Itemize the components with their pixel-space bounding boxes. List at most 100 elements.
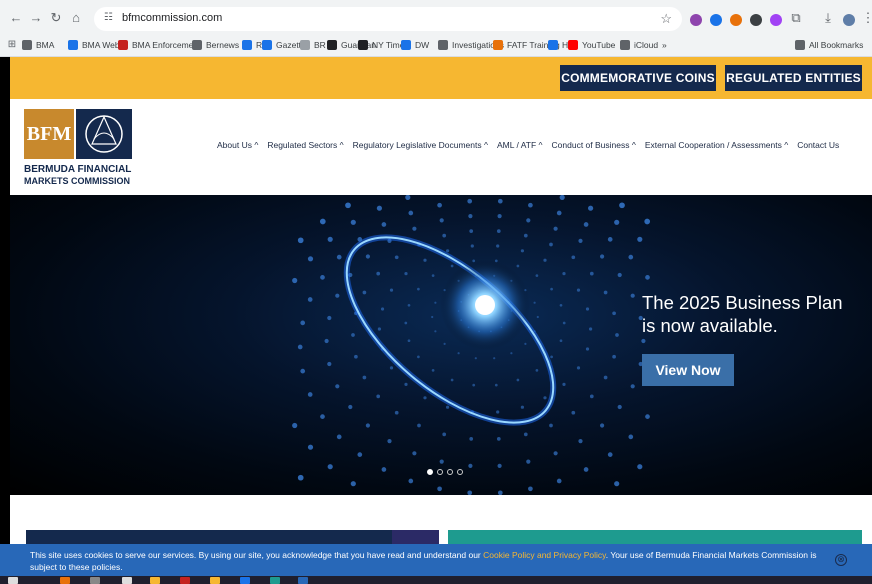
forward-icon[interactable]: →: [28, 10, 44, 26]
hero-particle: [617, 404, 622, 410]
hero-particle: [297, 237, 304, 244]
taskbar-app-icon[interactable]: [150, 577, 160, 584]
site-info-icon[interactable]: ☷: [104, 12, 113, 23]
taskbar-app-icon[interactable]: [298, 577, 308, 584]
carousel-dot[interactable]: [457, 469, 463, 475]
hero-particle: [496, 437, 501, 441]
taskbar-app-icon[interactable]: [180, 577, 190, 584]
view-now-button[interactable]: View Now: [642, 354, 734, 386]
hero-particle: [516, 378, 520, 382]
hero-particle: [510, 352, 513, 355]
cookie-policy-link[interactable]: Cookie Policy and Privacy Policy: [483, 550, 606, 560]
back-icon[interactable]: ←: [8, 10, 24, 26]
bookmark-favicon-icon: [795, 40, 805, 50]
home-icon[interactable]: ⌂: [68, 10, 84, 26]
hero-particle: [381, 467, 387, 472]
taskbar-app-icon[interactable]: [240, 577, 250, 584]
extension-icon[interactable]: [710, 14, 722, 26]
url-text: bfmcommission.com: [122, 12, 223, 24]
menu-item-about-us[interactable]: About Us ^: [217, 137, 258, 153]
download-icon[interactable]: ⤓: [820, 10, 836, 26]
hero-particle: [607, 452, 613, 457]
extension-icon[interactable]: [690, 14, 702, 26]
extensions-puzzle-icon[interactable]: ⧉: [788, 10, 804, 26]
carousel-dot[interactable]: [437, 469, 443, 475]
hero-particle: [533, 301, 536, 304]
hero-particle: [404, 382, 408, 386]
reload-icon[interactable]: ↻: [48, 10, 64, 26]
bookmark-bma-enforcement[interactable]: BMA Enforcement: [118, 37, 201, 53]
hero-particle: [377, 327, 381, 331]
logo-seal-icon: [76, 109, 132, 159]
hero-particle: [497, 198, 503, 204]
bookmark-bernews[interactable]: Bernews: [192, 37, 239, 53]
profile-avatar-icon[interactable]: [843, 14, 855, 26]
menu-item-external-cooperation[interactable]: External Cooperation / Assessments ^: [645, 137, 788, 153]
bookmark-bma-web[interactable]: BMA Web: [68, 37, 120, 53]
hero-particle: [336, 254, 342, 260]
hero-particle: [408, 210, 414, 216]
taskbar-app-icon[interactable]: [122, 577, 132, 584]
extension-icon[interactable]: [750, 14, 762, 26]
apps-grid-icon[interactable]: ⊞: [4, 37, 20, 53]
hero-particle: [350, 481, 356, 487]
carousel-dot[interactable]: [447, 469, 453, 475]
hero-particle: [543, 258, 547, 262]
bookmark-label: BMA Web: [82, 40, 120, 50]
bookmark-icloud[interactable]: iCloud: [620, 37, 658, 53]
hero-particle: [474, 357, 477, 360]
menu-kebab-icon[interactable]: ⋮: [860, 10, 872, 26]
taskbar-app-icon[interactable]: [60, 577, 70, 584]
bookmark-br[interactable]: BR: [300, 37, 326, 53]
hero-particle: [350, 219, 356, 225]
menu-item-regulated-sectors[interactable]: Regulated Sectors ^: [267, 137, 343, 153]
hero-particle: [630, 293, 635, 298]
bookmark-favicon-icon: [620, 40, 630, 50]
hero-particle: [381, 222, 387, 227]
regulated-entities-button[interactable]: REGULATED ENTITIES: [725, 65, 862, 91]
taskbar-app-icon[interactable]: [270, 577, 280, 584]
bookmark-all-bookmarks[interactable]: All Bookmarks: [795, 37, 863, 53]
cookie-text: This site uses cookies to serve our serv…: [30, 549, 830, 573]
bookmark-dw[interactable]: DW: [401, 37, 429, 53]
bookmark-label: iCloud: [634, 40, 659, 50]
hero-particle: [562, 382, 566, 386]
hero-particle: [630, 384, 635, 389]
hero-particle: [412, 451, 417, 456]
hero-particle: [404, 321, 408, 325]
start-icon[interactable]: [8, 577, 18, 584]
hero-particle: [493, 357, 496, 360]
menu-item-contact-us[interactable]: Contact Us: [797, 137, 839, 153]
hero-particle: [327, 236, 333, 242]
hero-title-line1: The 2025 Business Plan: [642, 292, 843, 313]
bookmark-bma[interactable]: BMA: [22, 37, 54, 53]
menu-item-regulatory-legislative-documents[interactable]: Regulatory Legislative Documents ^: [353, 137, 488, 153]
hero-particle: [641, 338, 646, 344]
close-icon[interactable]: ⊗: [835, 554, 847, 566]
hero-particle: [472, 383, 476, 387]
logo-text-line1: BERMUDA FINANCIAL: [24, 164, 132, 175]
bookmark-star-icon[interactable]: ☆: [660, 11, 672, 27]
hero-particle: [431, 274, 435, 277]
menu-item-aml-atf[interactable]: AML / ATF ^: [497, 137, 543, 153]
hero-particle: [376, 271, 381, 276]
bookmark-label: »: [662, 40, 667, 50]
hero-particle: [365, 254, 370, 259]
extension-icon[interactable]: [730, 14, 742, 26]
logo-mark: BFM: [24, 109, 74, 159]
taskbar-app-icon[interactable]: [210, 577, 220, 584]
hero-particle: [585, 307, 590, 311]
hero-particle: [496, 410, 500, 414]
extension-icon[interactable]: [770, 14, 782, 26]
bfm-logo[interactable]: BFM BERMUDA FINANCIAL MARKETS COMMISSION: [24, 109, 136, 189]
taskbar-app-icon[interactable]: [90, 577, 100, 584]
hero-particle: [497, 214, 502, 219]
menu-item-conduct-of-business[interactable]: Conduct of Business ^: [552, 137, 636, 153]
address-bar[interactable]: ☷ bfmcommission.com ☆: [94, 7, 682, 31]
bookmark-[interactable]: »: [662, 37, 667, 53]
commemorative-coins-button[interactable]: COMMEMORATIVE COINS: [560, 65, 716, 91]
carousel-dot[interactable]: [427, 469, 433, 475]
bookmark-youtube[interactable]: YouTube: [568, 37, 615, 53]
bookmarks-bar: ⊞ BMABMA WebBMA EnforcementBernewsRGGaze…: [0, 34, 872, 56]
hero-particle: [637, 236, 643, 242]
